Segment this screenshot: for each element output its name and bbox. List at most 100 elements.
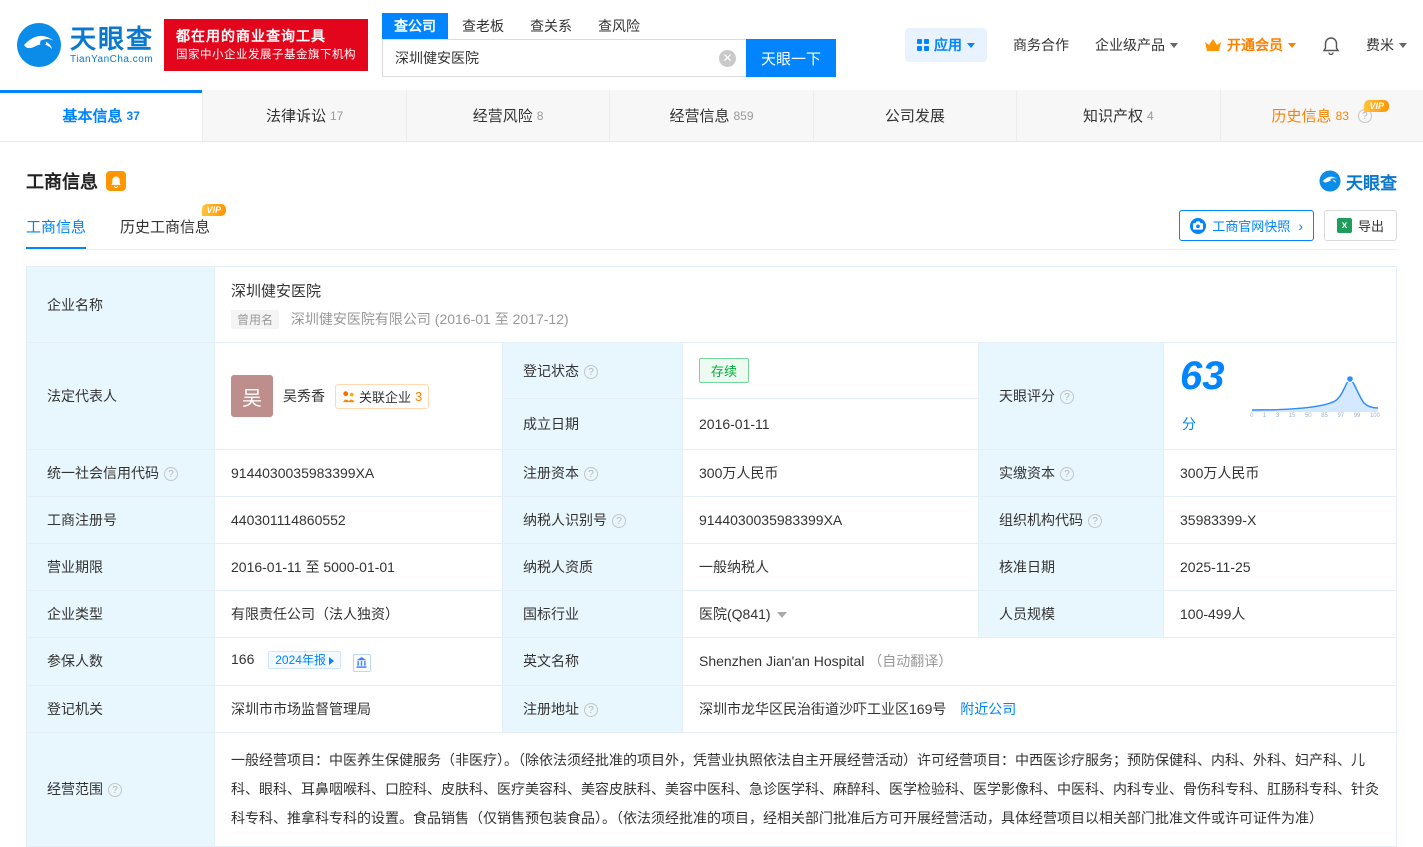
username-label: 费米: [1366, 35, 1394, 55]
table-row: 法定代表人 吴 吴秀香 关联企业 3 登记状态 存: [27, 343, 1397, 399]
chevron-down-icon: [1288, 43, 1296, 48]
table-row: 统一社会信用代码 9144030035983399XA 注册资本 300万人民币…: [27, 450, 1397, 497]
reg-authority: 深圳市市场监督管理局: [215, 685, 503, 732]
table-row: 工商注册号 440301114860552 纳税人识别号 91440300359…: [27, 497, 1397, 544]
industry-cell: 医院(Q841): [683, 591, 979, 638]
slogan-line2: 国家中小企业发展子基金旗下机构: [176, 47, 356, 64]
grid-icon: [917, 39, 929, 51]
search-input[interactable]: [382, 39, 746, 77]
company-type-label: 企业类型: [27, 591, 215, 638]
reg-address-label: 注册地址: [503, 685, 683, 732]
excel-icon: x: [1337, 218, 1352, 233]
score-label: 天眼评分: [979, 343, 1164, 450]
help-icon[interactable]: [164, 467, 178, 481]
tab-operation-info[interactable]: 经营信息 859: [610, 90, 813, 141]
establish-date: 2016-01-11: [683, 399, 979, 450]
auto-translate-note: （自动翻译）: [868, 653, 952, 669]
search-tab-relation[interactable]: 查关系: [518, 13, 584, 39]
tab-count: 859: [733, 109, 753, 123]
legal-rep-name[interactable]: 吴秀香: [283, 386, 325, 406]
tianyancha-logo[interactable]: 天眼查 TianYanCha.com: [16, 22, 154, 68]
tab-count: 8: [537, 109, 544, 123]
avatar[interactable]: 吴: [231, 375, 273, 417]
tab-count: 4: [1147, 109, 1154, 123]
crown-icon: [1204, 38, 1222, 52]
tab-label: 经营风险: [473, 105, 533, 126]
reg-status-cell: 存续: [683, 343, 979, 399]
related-companies-badge[interactable]: 关联企业 3: [335, 384, 429, 409]
alarm-bell-icon[interactable]: [106, 171, 126, 191]
snapshot-camera-icon: [1190, 218, 1206, 234]
approval-date-label: 核准日期: [979, 544, 1164, 591]
related-companies-count: 3: [415, 389, 422, 404]
logo-title: 天眼查: [70, 25, 154, 54]
taxpayer-quality: 一般纳税人: [683, 544, 979, 591]
subtab-business-info[interactable]: 工商信息: [26, 216, 86, 249]
subtab-label: 历史工商信息: [120, 219, 210, 236]
nav-enterprise-products[interactable]: 企业级产品: [1095, 35, 1178, 55]
english-name-label: 英文名称: [503, 638, 683, 686]
search-tab-company[interactable]: 查公司: [382, 13, 448, 39]
clear-icon[interactable]: ✕: [719, 50, 736, 67]
annual-report-badge[interactable]: 2024年报: [268, 651, 341, 669]
chevron-down-icon: [1399, 43, 1407, 48]
legal-rep-cell: 吴 吴秀香 关联企业 3: [215, 343, 503, 450]
company-type: 有限责任公司（法人独资）: [215, 591, 503, 638]
nearby-companies-link[interactable]: 附近公司: [960, 701, 1016, 717]
nav-open-membership[interactable]: 开通会员: [1204, 35, 1296, 55]
help-icon[interactable]: [1060, 467, 1074, 481]
reg-number-label: 工商注册号: [27, 497, 215, 544]
help-icon[interactable]: [584, 703, 598, 717]
search-tab-boss[interactable]: 查老板: [450, 13, 516, 39]
establish-date-label: 成立日期: [503, 399, 683, 450]
chevron-down-icon[interactable]: [777, 612, 787, 618]
nav-business-cooperation[interactable]: 商务合作: [1013, 35, 1069, 55]
related-companies-label: 关联企业: [359, 387, 411, 406]
reg-status-label: 登记状态: [503, 343, 683, 399]
tab-legal-litigation[interactable]: 法律诉讼 17: [203, 90, 406, 141]
subtab-history-business-info[interactable]: VIP 历史工商信息: [120, 216, 210, 249]
search-button[interactable]: 天眼一下: [746, 39, 836, 77]
help-icon[interactable]: [584, 365, 598, 379]
score-chart: 0131550859799100: [1250, 373, 1380, 419]
industry-value: 医院(Q841): [699, 606, 771, 622]
help-icon[interactable]: [1088, 514, 1102, 528]
tab-label: 法律诉讼: [266, 105, 326, 126]
reg-address-cell: 深圳市龙华区民治街道沙吓工业区169号 附近公司: [683, 685, 1397, 732]
tab-intellectual-property[interactable]: 知识产权 4: [1017, 90, 1220, 141]
tab-basic-info[interactable]: 基本信息 37: [0, 90, 203, 141]
status-badge: 存续: [699, 358, 749, 383]
industry-label: 国标行业: [503, 591, 683, 638]
company-name-cell: 深圳健安医院 曾用名 深圳健安医院有限公司 (2016-01 至 2017-12…: [215, 267, 1397, 343]
paid-capital-label: 实缴资本: [979, 450, 1164, 497]
legal-rep-label: 法定代表人: [27, 343, 215, 450]
help-icon[interactable]: [612, 514, 626, 528]
apps-menu[interactable]: 应用: [905, 28, 987, 62]
tab-history-info[interactable]: VIP 历史信息 83: [1221, 90, 1423, 141]
export-button[interactable]: x 导出: [1324, 210, 1397, 241]
tab-count: 83: [1336, 109, 1349, 123]
english-name-cell: Shenzhen Jian'an Hospital （自动翻译）: [683, 638, 1397, 686]
insured-label: 参保人数: [27, 638, 215, 686]
taxpayer-id-label: 纳税人识别号: [503, 497, 683, 544]
company-name: 深圳健安医院: [231, 280, 1380, 301]
help-icon[interactable]: [108, 783, 122, 797]
chevron-down-icon: [967, 43, 975, 48]
search-tab-risk[interactable]: 查风险: [586, 13, 652, 39]
approval-date: 2025-11-25: [1164, 544, 1397, 591]
credit-code-label: 统一社会信用代码: [27, 450, 215, 497]
apps-label: 应用: [934, 35, 962, 55]
help-icon[interactable]: [1060, 390, 1074, 404]
tab-company-development[interactable]: 公司发展: [814, 90, 1017, 141]
official-snapshot-button[interactable]: 工商官网快照 ›: [1179, 210, 1314, 241]
user-menu[interactable]: 费米: [1366, 35, 1407, 55]
insured-count: 166: [231, 651, 254, 667]
staff-size: 100-499人: [1164, 591, 1397, 638]
table-row: 登记机关 深圳市市场监督管理局 注册地址 深圳市龙华区民治街道沙吓工业区169号…: [27, 685, 1397, 732]
notifications-bell[interactable]: [1322, 36, 1340, 55]
tab-operation-risk[interactable]: 经营风险 8: [407, 90, 610, 141]
help-icon[interactable]: [584, 467, 598, 481]
org-code-label: 组织机构代码: [979, 497, 1164, 544]
tab-label: 知识产权: [1083, 105, 1143, 126]
building-icon[interactable]: [353, 654, 371, 672]
